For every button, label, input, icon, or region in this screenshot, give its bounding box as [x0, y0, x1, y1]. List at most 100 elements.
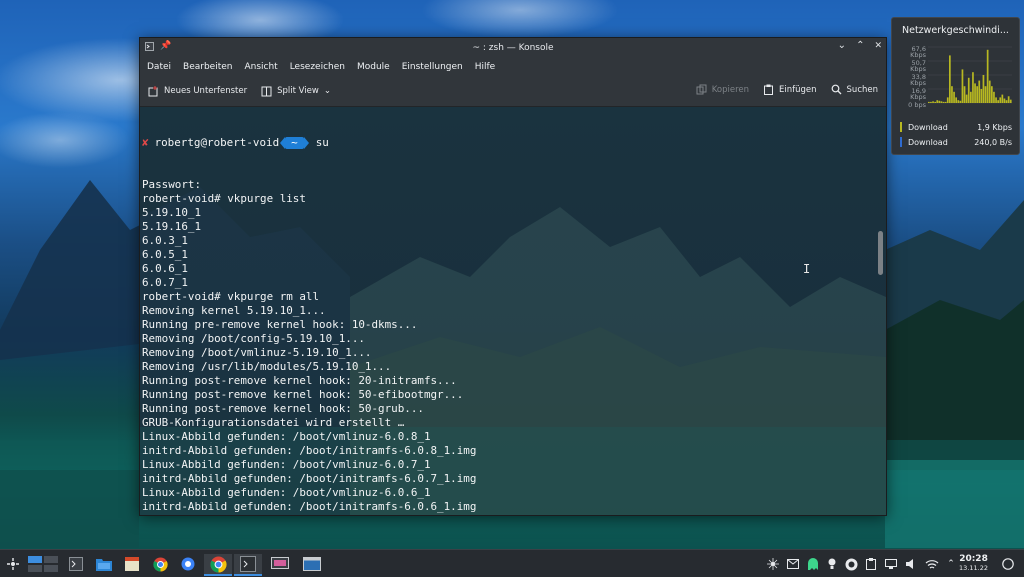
new-tab-icon [148, 85, 158, 96]
series-color-swatch [900, 137, 902, 147]
download-value: 240,0 B/s [974, 137, 1012, 147]
menu-einstellungen[interactable]: Einstellungen [402, 62, 463, 72]
paste-button[interactable]: Einfügen [763, 84, 817, 95]
traffic-bar [955, 97, 957, 103]
traffic-bar [934, 101, 936, 103]
terminal-app-icon[interactable] [66, 554, 86, 574]
traffic-bar [959, 100, 962, 103]
terminal-line: initrd-Abbild gefunden: /boot/initramfs-… [142, 500, 477, 513]
download-row-1: Download 1,9 Kbps [900, 121, 1012, 133]
search-icon [831, 84, 841, 95]
y-label: 33,8 Kbps [910, 73, 926, 87]
traffic-bar [967, 77, 970, 103]
terminal-line: 6.0.5_1 [142, 248, 188, 261]
minimize-icon[interactable]: ⌄ [838, 40, 846, 51]
split-view-label: Split View [277, 86, 319, 96]
terminal-line: Running post-remove kernel hook: 50-grub… [142, 402, 424, 415]
maximize-icon[interactable]: ⌃ [856, 40, 864, 51]
scrollbar-thumb[interactable] [878, 231, 883, 275]
traffic-bar [976, 86, 978, 103]
copy-label: Kopieren [711, 84, 750, 95]
prompt-line: ✘ robertg@robert-void ~ su [142, 136, 476, 150]
clock-time: 20:28 [959, 554, 988, 564]
traffic-bar [972, 72, 974, 103]
copy-button[interactable]: Kopieren [696, 84, 749, 95]
ghost-tray-icon[interactable] [806, 554, 820, 574]
terminal-line: 6.0.3_1 [142, 234, 188, 247]
volume-tray-icon[interactable] [904, 554, 918, 574]
terminal-line: robert-void# vkpurge rm all [142, 290, 320, 303]
file-manager-icon[interactable] [94, 554, 114, 574]
konsole-app-icon [145, 41, 154, 51]
terminal-line: Running pre-remove kernel hook: 10-dkms.… [142, 318, 418, 331]
traffic-bar [938, 100, 941, 103]
terminal-line: initrd-Abbild gefunden: /boot/initramfs-… [142, 444, 477, 457]
konsole-task-button[interactable] [234, 554, 262, 576]
menu-ansicht[interactable]: Ansicht [244, 62, 277, 72]
mail-tray-icon[interactable] [786, 554, 800, 574]
clock[interactable]: 20:28 13.11.22 [959, 554, 988, 572]
terminal-line: Removing /usr/lib/modules/5.19.10_1... [142, 360, 392, 373]
pager-icon[interactable] [26, 554, 60, 574]
terminal-line: Removing /boot/vmlinuz-5.19.10_1... [142, 346, 372, 359]
expand-tray-icon[interactable]: ⌃ [944, 554, 958, 574]
terminal-line: 6.0.6_1 [142, 262, 188, 275]
menu-module[interactable]: Module [357, 62, 390, 72]
menu-hilfe[interactable]: Hilfe [475, 62, 495, 72]
traffic-bar [944, 101, 947, 103]
terminal-line: Removing kernel 5.19.10_1... [142, 304, 326, 317]
chrome-task-button[interactable] [204, 554, 232, 576]
split-view-button[interactable]: Split View ⌄ [261, 86, 331, 97]
traffic-bar [1009, 99, 1012, 103]
traffic-bar [991, 86, 993, 103]
terminal-output: ✘ robertg@robert-void ~ su Passwort: robe… [142, 108, 476, 515]
app-launcher-icon[interactable] [4, 554, 22, 574]
menu-bearbeiten[interactable]: Bearbeiten [183, 62, 232, 72]
archive-icon[interactable] [122, 554, 142, 574]
traffic-bar [1005, 100, 1008, 103]
terminal-line: initrd-Abbild gefunden: /boot/initramfs-… [142, 472, 477, 485]
new-tab-button[interactable]: Neues Unterfenster [148, 85, 247, 97]
widget-title: Netzwerkgeschwindi... [902, 25, 1009, 36]
traffic-bar [995, 97, 997, 103]
clock-date: 13.11.22 [959, 564, 988, 572]
traffic-bar [988, 80, 991, 103]
search-button[interactable]: Suchen [831, 84, 878, 95]
pin-icon[interactable]: 📌 [160, 41, 171, 51]
terminal-line: GRUB-Konfigurationsdatei wird erstellt … [142, 416, 405, 429]
terminal-line: Running post-remove kernel hook: 20-init… [142, 374, 457, 387]
traffic-bar [978, 80, 981, 103]
screen-task-button[interactable] [266, 554, 294, 574]
network-speed-widget[interactable]: Netzwerkgeschwindi... 67,6 Kbps 50,7 Kbp… [891, 17, 1020, 155]
vpn-tray-icon[interactable] [843, 554, 859, 574]
traffic-bar [997, 100, 999, 103]
traffic-bar [1001, 94, 1004, 103]
chevron-down-icon: ⌄ [323, 86, 331, 96]
text-cursor-icon: I [803, 262, 811, 276]
display-tray-icon[interactable] [884, 554, 898, 574]
show-desktop-icon[interactable] [1000, 554, 1016, 574]
terminal-line: Linux-Abbild gefunden: /boot/vmlinuz-6.0… [142, 430, 431, 443]
menu-lesezeichen[interactable]: Lesezeichen [290, 62, 345, 72]
menu-bar: Datei Bearbeiten Ansicht Lesezeichen Mod… [140, 57, 886, 76]
terminal-line: robert-void# vkpurge list [142, 192, 306, 205]
close-icon[interactable]: ✕ [874, 41, 882, 51]
messenger-icon[interactable] [178, 554, 198, 574]
terminal-line: Running post-remove kernel hook: 50-efib… [142, 388, 464, 401]
lightbulb-tray-icon[interactable] [826, 554, 838, 574]
series-color-swatch [900, 122, 902, 132]
window-title: ~ : zsh — Konsole [472, 42, 554, 53]
wifi-tray-icon[interactable] [924, 554, 940, 574]
download-value: 1,9 Kbps [977, 122, 1012, 132]
traffic-bar [951, 86, 953, 103]
chrome-icon[interactable] [150, 554, 170, 574]
prompt-command: su [315, 136, 329, 149]
terminal-area[interactable]: ✘ robertg@robert-void ~ su Passwort: robe… [140, 107, 886, 515]
toolbar: Neues Unterfenster Split View ⌄ Kopieren… [140, 76, 886, 107]
split-view-icon [261, 86, 272, 96]
title-bar[interactable]: 📌 ~ : zsh — Konsole ⌄ ⌃ ✕ [140, 38, 886, 57]
menu-datei[interactable]: Datei [147, 62, 171, 72]
clipboard-tray-icon[interactable] [864, 554, 878, 574]
window-task-button[interactable] [298, 554, 326, 574]
network-tray-icon[interactable] [766, 554, 780, 574]
